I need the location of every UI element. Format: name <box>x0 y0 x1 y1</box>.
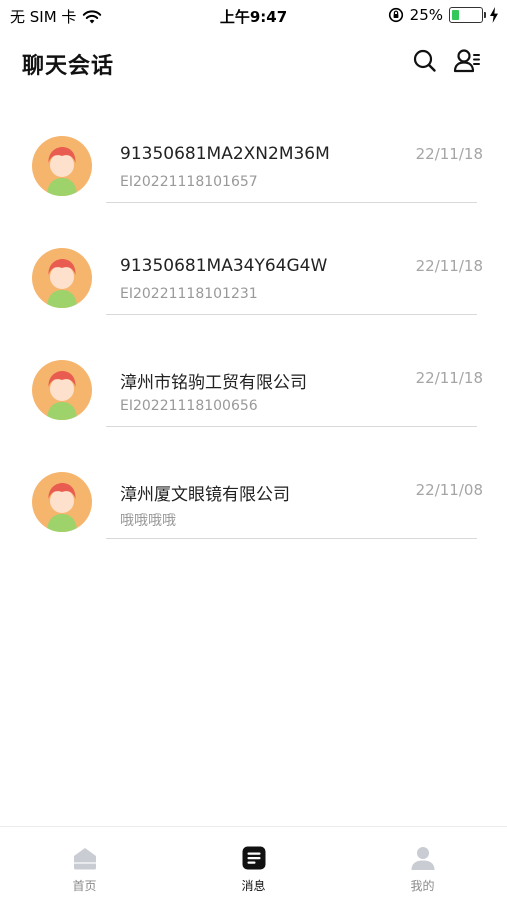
conversation-item[interactable]: 漳州市铭驹工贸有限公司 EI20221118100656 22/11/18 <box>0 336 507 448</box>
page-title: 聊天会话 <box>22 54 115 79</box>
divider <box>106 202 477 203</box>
conversation-date: 22/11/08 <box>415 481 483 499</box>
contacts-list-icon[interactable] <box>452 46 482 76</box>
status-bar: 无 SIM 卡 上午9:47 25% <box>0 0 507 32</box>
home-icon <box>73 848 96 870</box>
divider <box>106 538 477 539</box>
conversation-date: 22/11/18 <box>415 145 483 163</box>
conversation-date: 22/11/18 <box>415 257 483 275</box>
app-header: 聊天会话 <box>0 40 507 88</box>
battery-icon <box>449 7 486 23</box>
conversation-subtitle: EI20221118100656 <box>120 398 258 414</box>
profile-icon <box>411 847 434 870</box>
conversation-name: 漳州市铭驹工贸有限公司 <box>120 373 307 393</box>
conversation-subtitle: EI20221118101657 <box>120 174 258 190</box>
avatar-icon <box>32 360 92 420</box>
tab-profile[interactable]: 我的 <box>338 827 507 900</box>
conversation-name: 91350681MA34Y64G4W <box>120 256 328 276</box>
conversation-item[interactable]: 漳州厦文眼镜有限公司 哦哦哦哦 22/11/08 <box>0 448 507 560</box>
battery-percent: 25% <box>409 6 443 24</box>
battery-fill <box>452 10 459 20</box>
divider <box>106 426 477 427</box>
divider <box>106 314 477 315</box>
tab-label: 我的 <box>410 879 435 893</box>
conversation-name: 漳州厦文眼镜有限公司 <box>120 485 290 505</box>
conversation-date: 22/11/18 <box>415 369 483 387</box>
conversation-item[interactable]: 91350681MA34Y64G4W EI20221118101231 22/1… <box>0 224 507 336</box>
tab-label: 首页 <box>72 879 97 893</box>
charging-bolt-icon <box>490 7 498 23</box>
avatar-icon <box>32 136 92 196</box>
status-right: 25% <box>388 6 499 24</box>
rotation-lock-icon <box>388 7 403 23</box>
search-icon[interactable] <box>410 46 440 76</box>
conversation-list: 91350681MA2XN2M36M EI20221118101657 22/1… <box>0 112 507 560</box>
conversation-item[interactable]: 91350681MA2XN2M36M EI20221118101657 22/1… <box>0 112 507 224</box>
tab-home[interactable]: 首页 <box>0 827 169 900</box>
avatar-icon <box>32 248 92 308</box>
conversation-subtitle: EI20221118101231 <box>120 286 258 302</box>
tab-messages[interactable]: 消息 <box>169 827 338 900</box>
tab-label: 消息 <box>241 879 266 893</box>
tab-bar: 首页 消息 我的 <box>0 826 507 900</box>
message-icon <box>242 846 265 870</box>
avatar-icon <box>32 472 92 532</box>
conversation-name: 91350681MA2XN2M36M <box>120 144 330 164</box>
conversation-subtitle: 哦哦哦哦 <box>120 513 176 529</box>
